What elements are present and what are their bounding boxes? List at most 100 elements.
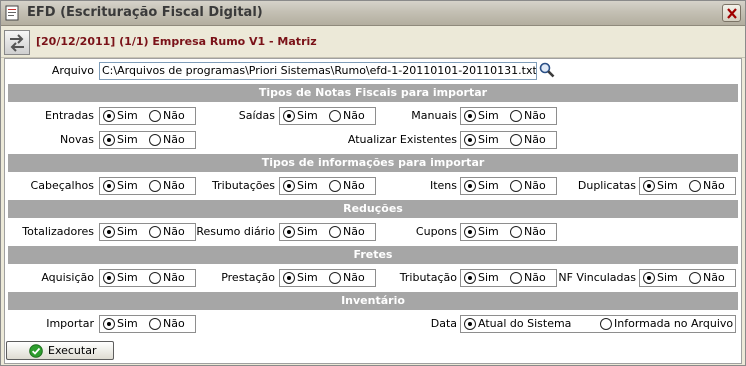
radio-button[interactable] — [464, 134, 476, 146]
radio-label: Sim — [117, 133, 138, 146]
cupons-option-sim[interactable]: Sim — [464, 225, 499, 239]
radio-button[interactable] — [464, 180, 476, 192]
cupons-label: Cupons — [415, 225, 457, 238]
section-inventario: Inventário — [8, 292, 738, 310]
radio-label: Sim — [657, 271, 678, 284]
radio-button[interactable] — [464, 226, 476, 238]
radio-label: Atual do Sistema — [478, 317, 572, 330]
section-fretes: Fretes — [8, 246, 738, 264]
radio-button[interactable] — [689, 180, 701, 192]
atualizar-existentes-radio-group: Sim Não — [460, 131, 557, 149]
radio-label: Sim — [478, 225, 499, 238]
radio-label: Não — [163, 317, 185, 330]
radio-button[interactable] — [510, 226, 522, 238]
company-context: [20/12/2011] (1/1) Empresa Rumo V1 - Mat… — [36, 35, 317, 48]
toolbar: [20/12/2011] (1/1) Empresa Rumo V1 - Mat… — [1, 27, 745, 58]
nf-vinculadas-label: NF Vinculadas — [558, 271, 636, 284]
section-notas: Tipos de Notas Fiscais para importar — [8, 84, 738, 102]
radio-button[interactable] — [149, 134, 161, 146]
arquivo-input[interactable]: C:\Arquivos de programas\Priori Sistemas… — [99, 62, 537, 80]
duplicatas-option-nao[interactable]: Não — [689, 179, 725, 193]
radio-label: Não — [524, 225, 546, 238]
document-icon — [4, 5, 20, 21]
importar-option-sim[interactable]: Sim — [103, 317, 138, 331]
nf-vinculadas-option-nao[interactable]: Não — [689, 271, 725, 285]
aquisicao-label: Aquisição — [41, 271, 94, 284]
nf-vinculadas-option-sim[interactable]: Sim — [643, 271, 678, 285]
atualizar-existentes-option-sim[interactable]: Sim — [464, 133, 499, 147]
radio-label: Sim — [478, 133, 499, 146]
duplicatas-radio-group: Sim Não — [639, 177, 736, 195]
magnifier-icon — [539, 62, 555, 78]
data-option-atual-sistema[interactable]: Atual do Sistema — [464, 317, 571, 331]
manuais-option-nao[interactable]: Não — [510, 109, 546, 123]
atualizar-existentes-option-nao[interactable]: Não — [510, 133, 546, 147]
form-panel: Arquivo C:\Arquivos de programas\Priori S… — [4, 58, 742, 364]
duplicatas-option-sim[interactable]: Sim — [643, 179, 678, 193]
radio-button[interactable] — [103, 134, 115, 146]
radio-label: Não — [703, 271, 725, 284]
totalizadores-label: Totalizadores — [22, 225, 94, 238]
data-radio-group: Atual do Sistema Informada no Arquivo — [460, 315, 736, 333]
radio-button[interactable] — [510, 134, 522, 146]
tributacao-label: Tributação — [399, 271, 457, 284]
novas-option-nao[interactable]: Não — [149, 133, 185, 147]
radio-button[interactable] — [600, 318, 612, 330]
radio-button[interactable] — [464, 318, 476, 330]
resumo-diario-label: Resumo diário — [196, 225, 275, 238]
radio-button[interactable] — [464, 272, 476, 284]
swap-button[interactable] — [4, 30, 30, 55]
cupons-option-nao[interactable]: Não — [510, 225, 546, 239]
browse-button[interactable] — [538, 61, 556, 80]
executar-button[interactable]: Executar — [6, 341, 114, 360]
radio-button[interactable] — [103, 226, 115, 238]
radio-label: Não — [703, 179, 725, 192]
check-icon — [29, 344, 43, 358]
radio-button[interactable] — [283, 226, 295, 238]
close-button[interactable] — [722, 4, 741, 22]
manuais-option-sim[interactable]: Sim — [464, 109, 499, 123]
section-informacoes: Tipos de informações para importar — [8, 154, 738, 172]
manuais-radio-group: Sim Não — [460, 107, 557, 125]
window-title: EFD (Escrituração Fiscal Digital) — [27, 5, 263, 20]
importar-label: Importar — [46, 317, 94, 330]
radio-button[interactable] — [103, 110, 115, 122]
radio-button[interactable] — [643, 180, 655, 192]
atualizar-existentes-label: Atualizar Existentes — [347, 133, 457, 146]
importar-radio-group: Sim Não — [99, 315, 196, 333]
novas-option-sim[interactable]: Sim — [103, 133, 138, 147]
radio-button[interactable] — [464, 110, 476, 122]
radio-button[interactable] — [103, 318, 115, 330]
radio-button[interactable] — [103, 272, 115, 284]
radio-button[interactable] — [103, 180, 115, 192]
data-option-informada-arquivo[interactable]: Informada no Arquivo — [600, 317, 733, 331]
radio-button[interactable] — [689, 272, 701, 284]
manuais-label: Manuais — [411, 109, 457, 122]
radio-label: Sim — [657, 179, 678, 192]
swap-arrows-icon — [10, 34, 24, 52]
radio-label: Sim — [117, 317, 138, 330]
cupons-radio-group: Sim Não — [460, 223, 557, 241]
radio-button[interactable] — [510, 110, 522, 122]
data-label: Data — [430, 317, 457, 330]
executar-label: Executar — [48, 344, 97, 357]
radio-label: Não — [524, 109, 546, 122]
radio-button[interactable] — [283, 180, 295, 192]
arquivo-label: Arquivo — [51, 64, 94, 77]
entradas-label: Entradas — [45, 109, 94, 122]
radio-button[interactable] — [283, 272, 295, 284]
radio-button[interactable] — [149, 318, 161, 330]
radio-button[interactable] — [283, 110, 295, 122]
duplicatas-label: Duplicatas — [577, 179, 636, 192]
title-bar[interactable]: EFD (Escrituração Fiscal Digital) — [1, 1, 745, 26]
radio-label: Informada no Arquivo — [614, 317, 734, 330]
importar-option-nao[interactable]: Não — [149, 317, 185, 331]
nf-vinculadas-radio-group: Sim Não — [639, 269, 736, 287]
efd-window: EFD (Escrituração Fiscal Digital) [20/12… — [0, 0, 746, 366]
radio-button[interactable] — [643, 272, 655, 284]
cabecalhos-label: Cabeçalhos — [30, 179, 94, 192]
radio-label: Sim — [478, 109, 499, 122]
novas-label: Novas — [60, 133, 94, 146]
novas-radio-group: Sim Não — [99, 131, 196, 149]
tributacoes-label: Tributações — [212, 179, 275, 192]
